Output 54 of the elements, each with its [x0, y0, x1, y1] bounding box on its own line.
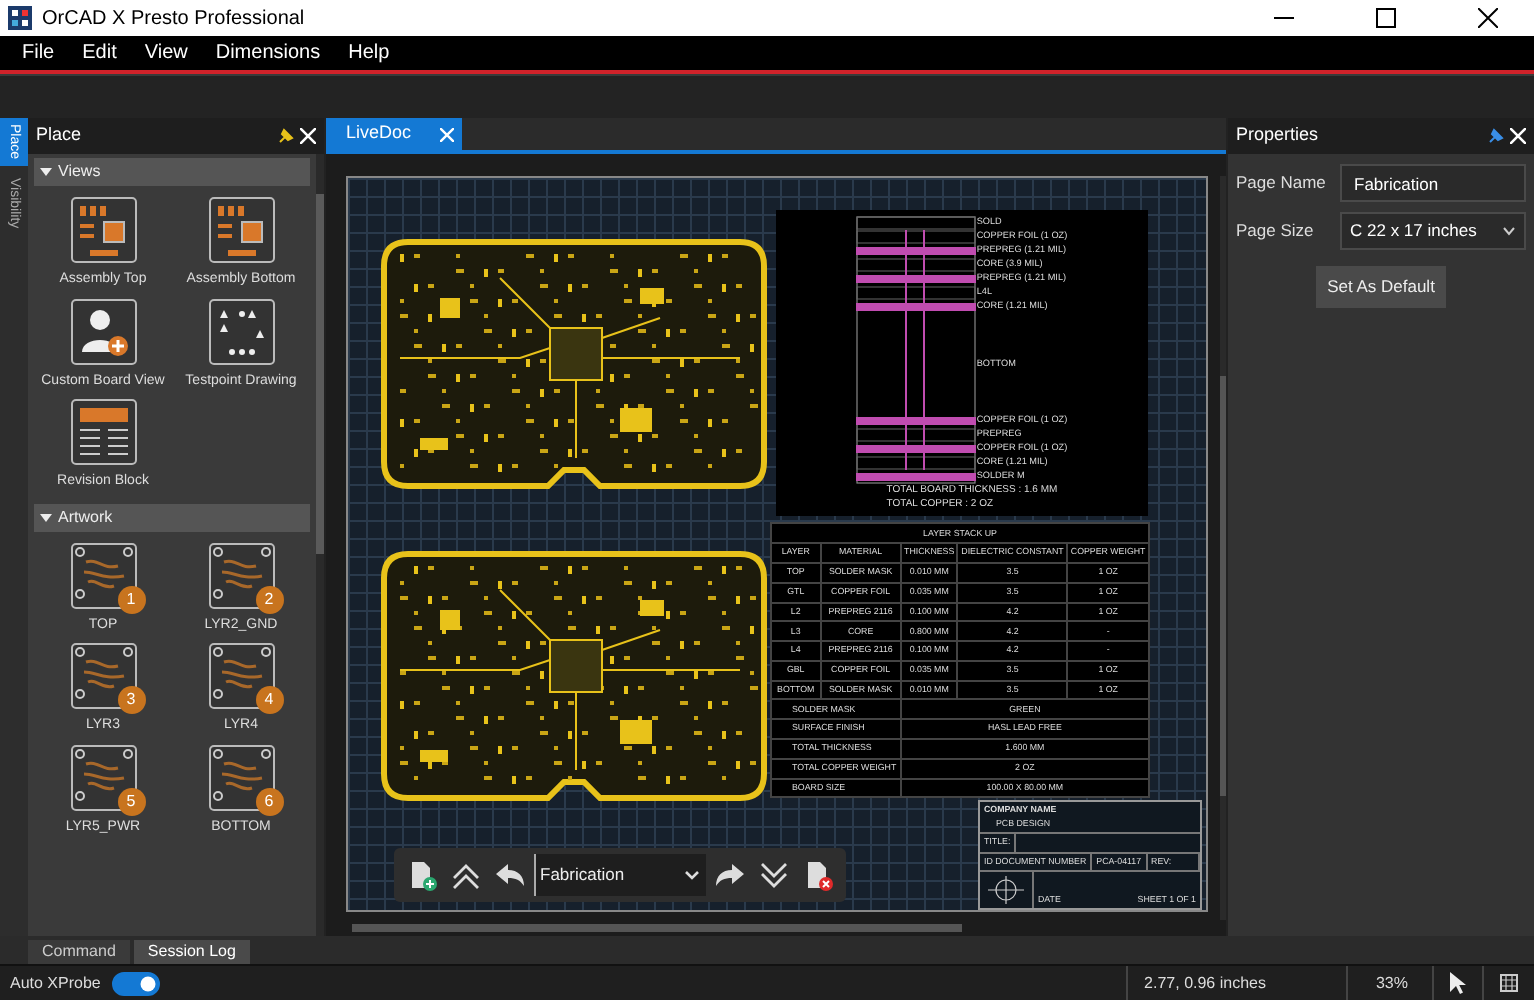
menu-item[interactable]: File [8, 38, 69, 68]
field-label: Page Name [1236, 170, 1328, 196]
circuit-board-icon[interactable] [207, 196, 275, 264]
toggle-label: Auto XProbe [10, 971, 101, 995]
circuit-board-icon[interactable] [69, 541, 137, 609]
circuit-board-icon[interactable] [69, 196, 137, 264]
menu-item[interactable]: View [130, 38, 202, 68]
grid-icon[interactable] [1500, 974, 1518, 992]
close-icon[interactable] [1478, 8, 1498, 28]
app-logo-icon [8, 6, 32, 30]
number-badge: 4 [255, 686, 283, 714]
circuit-board-icon[interactable] [207, 642, 275, 710]
zoom-level: 33% [1373, 971, 1410, 995]
panel-title: Place [36, 122, 84, 149]
section-header[interactable]: Views [34, 158, 310, 186]
circuit-board-icon[interactable] [69, 642, 137, 710]
window-title: OrCAD X Presto Professional [42, 5, 307, 33]
bottom-tab[interactable]: Command [28, 940, 130, 964]
double-chevron-down-icon [758, 859, 791, 891]
bottom-tab[interactable]: Session Log [133, 940, 250, 964]
circuit-board-icon[interactable] [69, 743, 137, 811]
cursor-icon[interactable] [1450, 972, 1466, 994]
auto-xprobe-switch[interactable] [112, 971, 161, 995]
page-size-select[interactable]: C 22 x 17 inches [1340, 212, 1526, 250]
chevron-down-icon [1502, 226, 1516, 236]
menu-item[interactable]: Help [334, 38, 404, 68]
forward-arrow-icon [714, 859, 747, 891]
pin-icon[interactable] [1486, 127, 1504, 145]
double-chevron-up-icon [450, 859, 482, 891]
document-table-icon[interactable] [69, 398, 137, 466]
menu-item[interactable]: Edit [68, 38, 131, 68]
text-field[interactable]: Fabrication [1340, 164, 1526, 202]
circuit-board-icon[interactable] [207, 743, 275, 811]
document-tab[interactable]: LiveDoc [326, 118, 462, 150]
back-arrow-icon [494, 859, 526, 891]
pin-icon[interactable] [276, 127, 294, 145]
testpoint-icon[interactable] [207, 297, 275, 365]
field-label: Page Size [1236, 218, 1316, 244]
circuit-board-icon[interactable] [207, 541, 275, 609]
maximize-icon[interactable] [1376, 8, 1396, 28]
number-badge: 3 [117, 686, 145, 714]
set-default-button[interactable]: Set As Default [1315, 266, 1447, 308]
section-header[interactable]: Artwork [34, 503, 310, 531]
crosshair-logo-icon [984, 876, 1028, 904]
menu-item[interactable]: Dimensions [201, 38, 335, 68]
delete-page-icon [802, 859, 835, 891]
caret-icon[interactable] [40, 166, 52, 178]
panel-title: Properties [1236, 122, 1321, 149]
caret-icon[interactable] [40, 511, 52, 523]
add-page-icon [406, 859, 438, 891]
page-dropdown[interactable]: Fabrication [534, 854, 707, 896]
chevron-down-icon [684, 869, 701, 881]
coordinates-text: 2.77, 0.96 inches [1142, 971, 1268, 995]
user-add-icon[interactable] [69, 297, 137, 365]
